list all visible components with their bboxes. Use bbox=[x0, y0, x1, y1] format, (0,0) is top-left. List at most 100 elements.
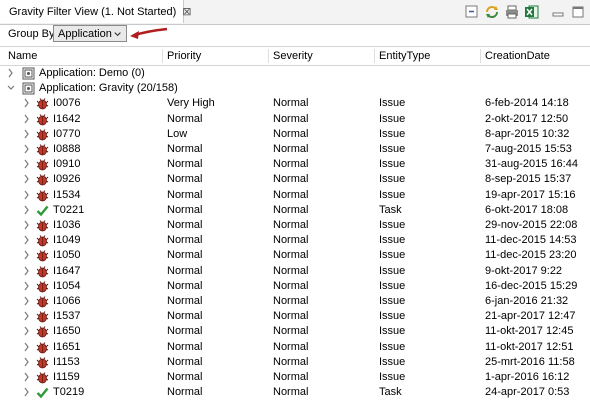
row-creation-date: 24-apr-2017 0:53 bbox=[485, 386, 570, 399]
table-row[interactable]: I0888 Normal Normal Issue 7-aug-2015 15:53 bbox=[0, 141, 590, 157]
chevron-right-icon[interactable] bbox=[22, 369, 32, 385]
bug-icon bbox=[36, 220, 49, 232]
row-priority: Normal bbox=[167, 325, 203, 338]
chevron-right-icon[interactable] bbox=[22, 187, 32, 203]
table-row[interactable]: I1153 Normal Normal Issue 25-mrt-2016 11:58 bbox=[0, 354, 590, 370]
table-row[interactable]: I1054 Normal Normal Issue 16-dec-2015 15:29 bbox=[0, 278, 590, 294]
column-header-entity-type[interactable]: EntityType bbox=[379, 50, 430, 62]
table-row[interactable]: T0221 Normal Normal Task 6-okt-2017 18:08 bbox=[0, 202, 590, 218]
row-entity-type: Issue bbox=[379, 249, 406, 262]
table-row[interactable]: I1066 Normal Normal Issue 6-jan-2016 21:32 bbox=[0, 293, 590, 309]
row-priority: Normal bbox=[167, 355, 203, 368]
column-header-severity[interactable]: Severity bbox=[273, 50, 313, 62]
tree-group-row[interactable]: Application: Demo (0) bbox=[0, 65, 590, 81]
row-priority: Normal bbox=[167, 158, 203, 171]
bug-icon bbox=[36, 372, 49, 384]
row-name: I0888 bbox=[53, 143, 81, 155]
row-severity: Normal bbox=[273, 325, 309, 338]
table-row[interactable]: I0770 Low Normal Issue 8-apr-2015 10:32 bbox=[0, 126, 590, 142]
close-icon[interactable]: ⊠ bbox=[182, 5, 191, 18]
chevron-right-icon[interactable] bbox=[22, 232, 32, 248]
application-group-icon bbox=[22, 82, 35, 95]
row-entity-type: Task bbox=[379, 386, 402, 399]
chevron-right-icon[interactable] bbox=[22, 217, 32, 233]
row-entity-type: Issue bbox=[379, 97, 406, 110]
row-priority: Low bbox=[167, 127, 188, 140]
table-row[interactable]: I0910 Normal Normal Issue 31-aug-2015 16:44 bbox=[0, 156, 590, 172]
chevron-right-icon[interactable] bbox=[22, 95, 32, 111]
column-separator[interactable] bbox=[480, 49, 481, 63]
row-entity-type: Issue bbox=[379, 310, 406, 323]
table-row[interactable]: I1159 Normal Normal Issue 1-apr-2016 16:12 bbox=[0, 369, 590, 385]
column-header-name[interactable]: Name bbox=[8, 50, 37, 62]
table-row[interactable]: I1036 Normal Normal Issue 29-nov-2015 22:08 bbox=[0, 217, 590, 233]
table-row[interactable]: I1642 Normal Normal Issue 2-okt-2017 12:50 bbox=[0, 111, 590, 127]
table-row[interactable]: I1537 Normal Normal Issue 21-apr-2017 12:47 bbox=[0, 308, 590, 324]
chevron-right-icon[interactable] bbox=[22, 323, 32, 339]
excel-export-icon[interactable] bbox=[524, 4, 540, 20]
table-row[interactable]: I1647 Normal Normal Issue 9-okt-2017 9:22 bbox=[0, 263, 590, 279]
row-name: I1651 bbox=[53, 340, 81, 353]
chevron-right-icon[interactable] bbox=[22, 354, 32, 370]
chevron-right-icon[interactable] bbox=[22, 384, 32, 400]
chevron-right-icon[interactable] bbox=[6, 65, 16, 81]
row-name: I1054 bbox=[53, 279, 81, 292]
chevron-right-icon[interactable] bbox=[22, 293, 32, 309]
sync-icon[interactable] bbox=[484, 4, 500, 20]
row-creation-date: 16-dec-2015 15:29 bbox=[485, 279, 578, 292]
chevron-right-icon[interactable] bbox=[22, 156, 32, 172]
chevron-right-icon[interactable] bbox=[22, 141, 32, 157]
column-separator[interactable] bbox=[268, 49, 269, 63]
table-row[interactable]: I0926 Normal Normal Issue 8-sep-2015 15:37 bbox=[0, 171, 590, 187]
row-name: I0926 bbox=[53, 173, 81, 186]
table-row[interactable]: I1050 Normal Normal Issue 11-dec-2015 23:20 bbox=[0, 247, 590, 263]
table-row[interactable]: T0219 Normal Normal Task 24-apr-2017 0:53 bbox=[0, 384, 590, 400]
collapse-all-icon[interactable] bbox=[464, 4, 480, 20]
group-label: Application: Gravity (20/158) bbox=[39, 82, 178, 95]
chevron-right-icon[interactable] bbox=[22, 263, 32, 279]
chevron-right-icon[interactable] bbox=[22, 126, 32, 142]
table-row[interactable]: I1651 Normal Normal Issue 11-okt-2017 12:51 bbox=[0, 339, 590, 355]
annotation-arrow-icon bbox=[130, 27, 168, 39]
chevron-right-icon[interactable] bbox=[22, 278, 32, 294]
row-priority: Normal bbox=[167, 340, 203, 353]
row-name: I1153 bbox=[53, 355, 80, 368]
bug-icon bbox=[36, 159, 49, 171]
row-creation-date: 8-sep-2015 15:37 bbox=[485, 173, 572, 186]
row-name: T0221 bbox=[53, 203, 85, 216]
table-row[interactable]: I0076 Very High Normal Issue 6-feb-2014 14:1… bbox=[0, 95, 590, 111]
chevron-down-icon bbox=[114, 31, 121, 36]
chevron-right-icon[interactable] bbox=[22, 171, 32, 187]
row-entity-type: Issue bbox=[379, 188, 406, 201]
minimize-icon[interactable] bbox=[550, 4, 566, 20]
maximize-icon[interactable] bbox=[570, 4, 586, 20]
column-header-priority[interactable]: Priority bbox=[167, 50, 201, 62]
chevron-right-icon[interactable] bbox=[22, 339, 32, 355]
chevron-right-icon[interactable] bbox=[22, 308, 32, 324]
row-creation-date: 9-okt-2017 9:22 bbox=[485, 264, 563, 277]
row-severity: Normal bbox=[273, 340, 309, 353]
chevron-right-icon[interactable] bbox=[22, 247, 32, 263]
print-icon[interactable] bbox=[504, 4, 520, 20]
table-row[interactable]: I1049 Normal Normal Issue 11-dec-2015 14:53 bbox=[0, 232, 590, 248]
row-name: I0770 bbox=[53, 127, 81, 140]
row-priority: Normal bbox=[167, 310, 203, 323]
bug-icon bbox=[36, 128, 49, 141]
table-row[interactable]: I1534 Normal Normal Issue 19-apr-2017 15:16 bbox=[0, 187, 590, 203]
view-tab[interactable]: Gravity Filter View (1. Not Started) ⊠ bbox=[0, 0, 192, 23]
row-severity: Normal bbox=[273, 219, 309, 231]
column-separator[interactable] bbox=[162, 49, 163, 63]
table-row[interactable]: I1650 Normal Normal Issue 11-okt-2017 12:45 bbox=[0, 323, 590, 339]
chevron-right-icon[interactable] bbox=[22, 111, 32, 127]
chevron-right-icon[interactable] bbox=[22, 202, 32, 218]
row-creation-date: 11-okt-2017 12:51 bbox=[485, 340, 574, 353]
group-by-value: Application bbox=[58, 27, 112, 40]
tree-group-row[interactable]: Application: Gravity (20/158) bbox=[0, 80, 590, 96]
column-separator[interactable] bbox=[374, 49, 375, 63]
bug-icon bbox=[36, 189, 49, 201]
group-by-select[interactable]: Application bbox=[53, 25, 127, 42]
column-header-creation-date[interactable]: CreationDate bbox=[485, 50, 550, 62]
row-name: I0910 bbox=[53, 158, 81, 171]
chevron-down-icon[interactable] bbox=[6, 80, 16, 96]
row-name: T0219 bbox=[53, 386, 85, 399]
